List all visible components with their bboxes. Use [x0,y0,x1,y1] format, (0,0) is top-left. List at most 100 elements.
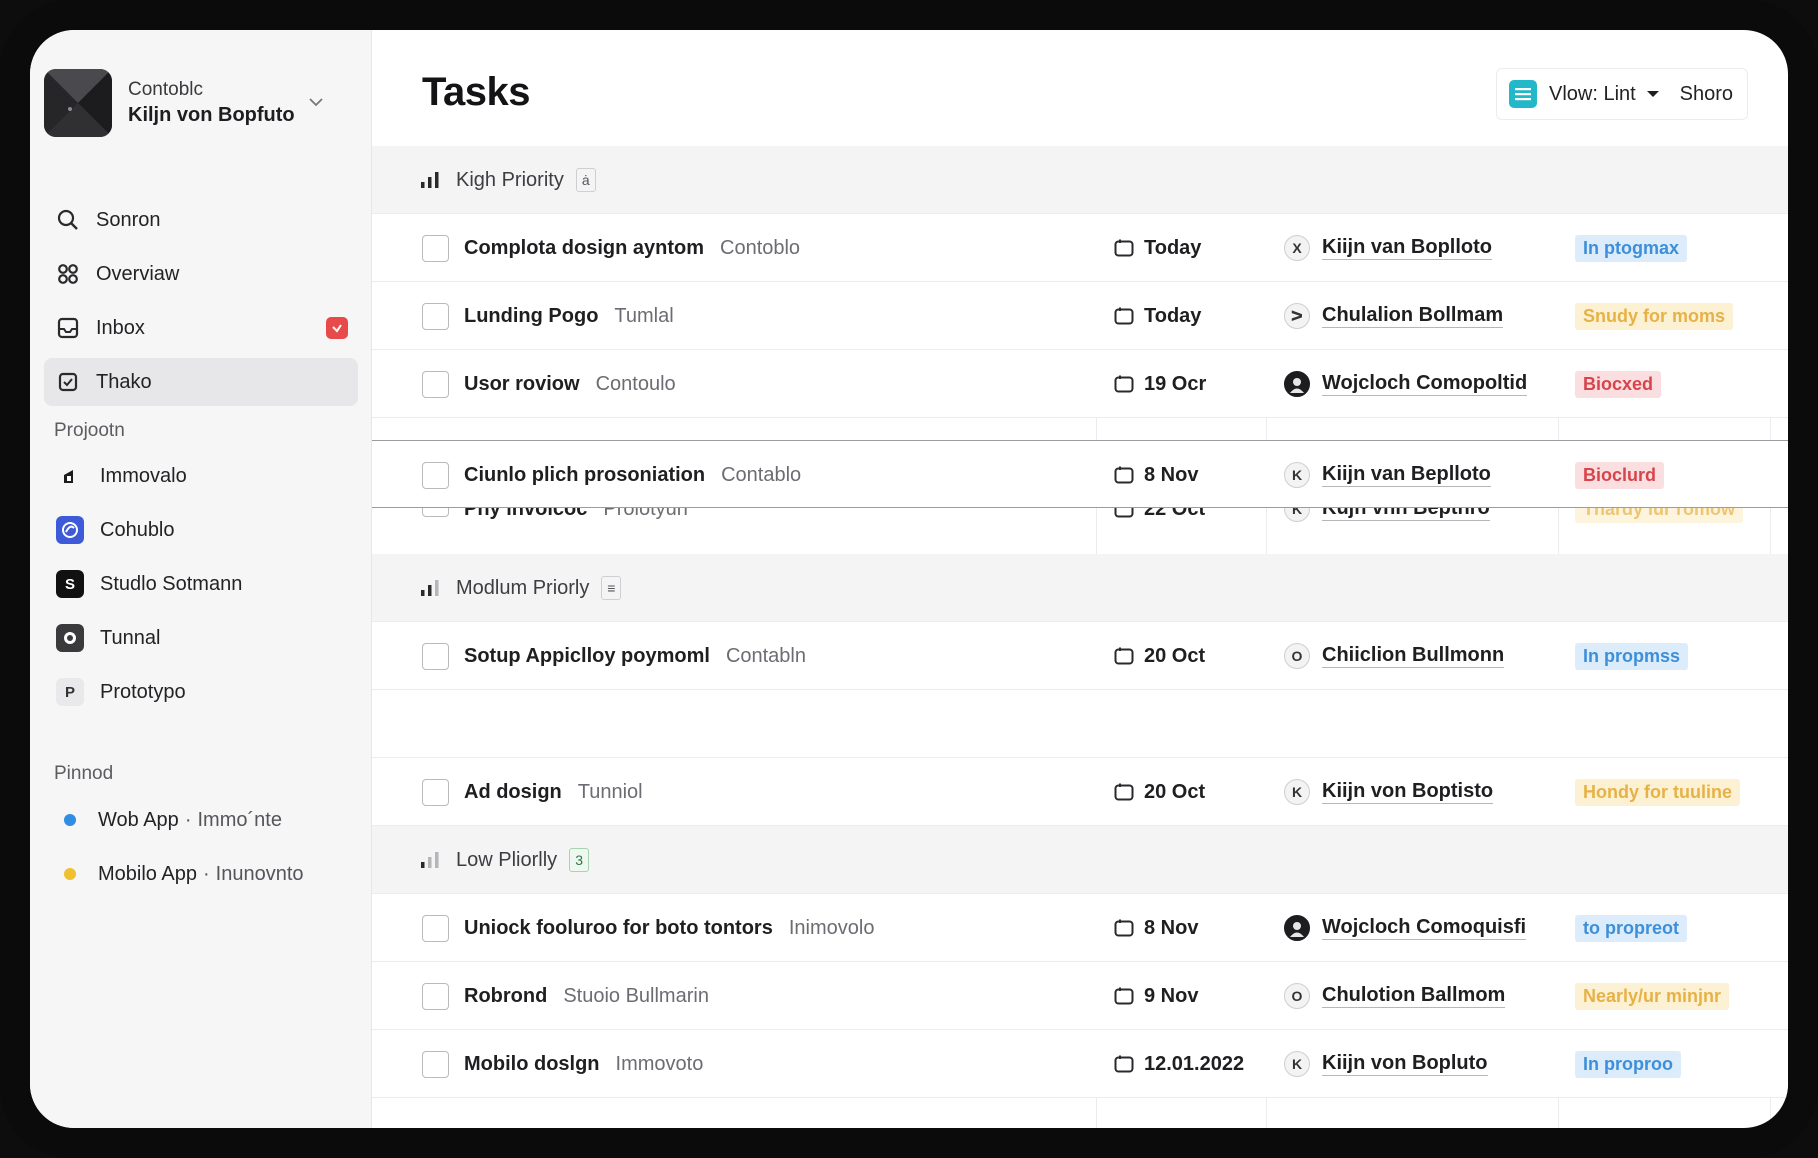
table-row[interactable]: Complota dosign ayntom Contoblo Today X Ki… [372,214,1788,282]
table-row-dragging[interactable]: Ciunlo plich prosoniation Contablo 8 Nov … [372,440,1788,508]
group-header-medium[interactable]: Modlum Priorly ≡ [372,554,1788,622]
task-checkbox[interactable] [422,915,449,942]
building-icon [56,462,84,490]
task-checkbox[interactable] [422,303,449,330]
assignee-name[interactable]: Wojcloch Comoquisfi [1322,916,1527,940]
workspace-switcher[interactable]: Contoblc Kiljn von Bopfuto [44,68,344,138]
project-item[interactable]: Cohublo [44,506,358,554]
caret-down-icon [1646,91,1659,97]
due-date: 9 Nov [1144,984,1199,1007]
avatar: X [1284,235,1310,261]
group-label: Kigh Priority [456,168,564,191]
assignee-name[interactable]: Chulotion Ballmom [1322,984,1506,1008]
pinned-item[interactable]: Mobilo App · Inunovnto [44,850,358,898]
task-checkbox[interactable] [422,983,449,1010]
task-project: Contoulo [595,372,676,395]
task-project: Tumlal [614,304,674,327]
due-date: 20 Oct [1144,780,1206,803]
table-row[interactable]: Robrond Stuoio Bullmarin 9 Nov O Chulotion… [372,962,1788,1030]
assignee-name[interactable]: Kiijn van Boplloto [1322,236,1492,260]
status-badge[interactable]: In ptogmax [1575,234,1688,262]
assignee-name[interactable]: Wojcloch Comopoltid [1322,372,1528,396]
task-checkbox[interactable] [422,779,449,806]
task-name: Sotup Appiclloy poymoml [464,644,710,667]
assignee-name[interactable]: Chiiclion Bullmonn [1322,644,1505,668]
task-project: Inimovolo [788,916,875,939]
task-checkbox[interactable] [422,371,449,398]
search-icon [56,208,80,232]
nav-label: Inbox [96,316,145,339]
group-header-high[interactable]: Kigh Priority ȧ [372,146,1788,214]
due-date: 12.01.2022 [1144,1052,1245,1075]
workspace-user: Kiljn von Bopfuto [128,104,295,127]
project-item[interactable]: S Studlo Sotmann [44,560,358,608]
task-project: Contoblo [720,236,801,259]
status-badge[interactable]: Bioclurd [1575,461,1665,489]
calendar-icon [1114,1055,1134,1073]
calendar-icon [1114,987,1134,1005]
project-label: Immovalo [100,464,187,487]
pinned-list: Wob App · Immo´nte Mobilo App · Inunovnt… [44,796,358,904]
group-count: ȧ [575,168,596,192]
task-name: Mobilo doslgn [464,1052,600,1075]
status-badge[interactable]: In proproo [1575,1050,1681,1078]
inbox-icon [56,316,80,340]
task-name: Lunding Pogo [464,304,599,327]
nav-label: Overviaw [96,262,180,285]
due-date: Today [1144,236,1202,259]
table-row[interactable]: Usor roviow Contoulo 19 Ocr Wojcloch Como… [372,350,1788,418]
table-row-empty [372,690,1788,758]
inbox-badge-icon [326,317,348,339]
status-badge[interactable]: Hondy for tuuline [1575,778,1740,806]
device-frame: Contoblc Kiljn von Bopfuto Sonron Overvi… [0,0,1818,1158]
workspace-name: Contoblc [128,78,203,100]
nav-item-tasks[interactable]: Thako [44,358,358,406]
task-checkbox[interactable] [422,643,449,670]
nav-item-overview[interactable]: Overviaw [44,250,358,298]
assignee-name[interactable]: Kiijn von Bopluto [1322,1052,1488,1076]
workspace-logo [44,69,112,137]
task-project: Contabln [725,644,806,667]
task-checkbox[interactable] [422,1051,449,1078]
list-view-icon [1509,80,1537,108]
assignee-name[interactable]: Kiijn van Beplloto [1322,463,1491,487]
project-item[interactable]: Immovalo [44,452,358,500]
yellow-dot-icon [64,868,76,880]
task-checkbox[interactable] [422,235,449,262]
status-badge[interactable]: Snudy for moms [1575,302,1734,330]
group-header-low[interactable]: Low Pliorlly 3 [372,826,1788,894]
calendar-icon [1114,239,1134,257]
chevron-down-icon[interactable] [308,96,324,108]
status-badge[interactable]: to propreot [1575,914,1687,942]
task-name: Robrond [464,984,548,1007]
table-row[interactable]: Mobilo doslgn Immovoto 12.01.2022 K Kiijn … [372,1030,1788,1098]
pinned-heading: Pinnod [54,763,114,784]
pinned-item[interactable]: Wob App · Immo´nte [44,796,358,844]
project-label: Tunnal [100,626,161,649]
table-row[interactable]: Sotup Appiclloy poymoml Contabln 20 Oct O… [372,622,1788,690]
nav-item-inbox[interactable]: Inbox [44,304,358,352]
status-badge[interactable]: Biocxed [1575,370,1662,398]
calendar-icon [1114,375,1134,393]
view-switcher-button[interactable]: Vlow: Lint [1497,69,1660,119]
share-button[interactable]: Shoro [1680,83,1747,106]
status-badge[interactable]: Nearly/ur minjnr [1575,982,1730,1010]
group-count: ≡ [601,576,622,600]
project-label: Cohublo [100,518,175,541]
task-checkbox[interactable] [422,462,449,489]
nav-item-search[interactable]: Sonron [44,196,358,244]
pinned-sub: Immo´nte [197,808,282,831]
table-row[interactable]: Lunding Pogo Tumlal Today ᐳ Chulalion Boll… [372,282,1788,350]
due-date: 8 Nov [1144,916,1199,939]
project-item[interactable]: Tunnal [44,614,358,662]
task-project: Stuoio Bullmarin [563,984,709,1007]
table-row[interactable]: Uniock fooluroo for boto tontors Inimovol… [372,894,1788,962]
priority-medium-icon [421,580,439,596]
task-name: Ad dosign [464,780,562,803]
status-badge[interactable]: In propmss [1575,642,1689,670]
project-item[interactable]: P Prototypo [44,668,358,716]
task-project: Tunniol [577,780,643,803]
table-row[interactable]: Ad dosign Tunniol 20 Oct K Kiijn von Bopti… [372,758,1788,826]
assignee-name[interactable]: Kiijn von Boptisto [1322,780,1494,804]
assignee-name[interactable]: Chulalion Bollmam [1322,304,1504,328]
